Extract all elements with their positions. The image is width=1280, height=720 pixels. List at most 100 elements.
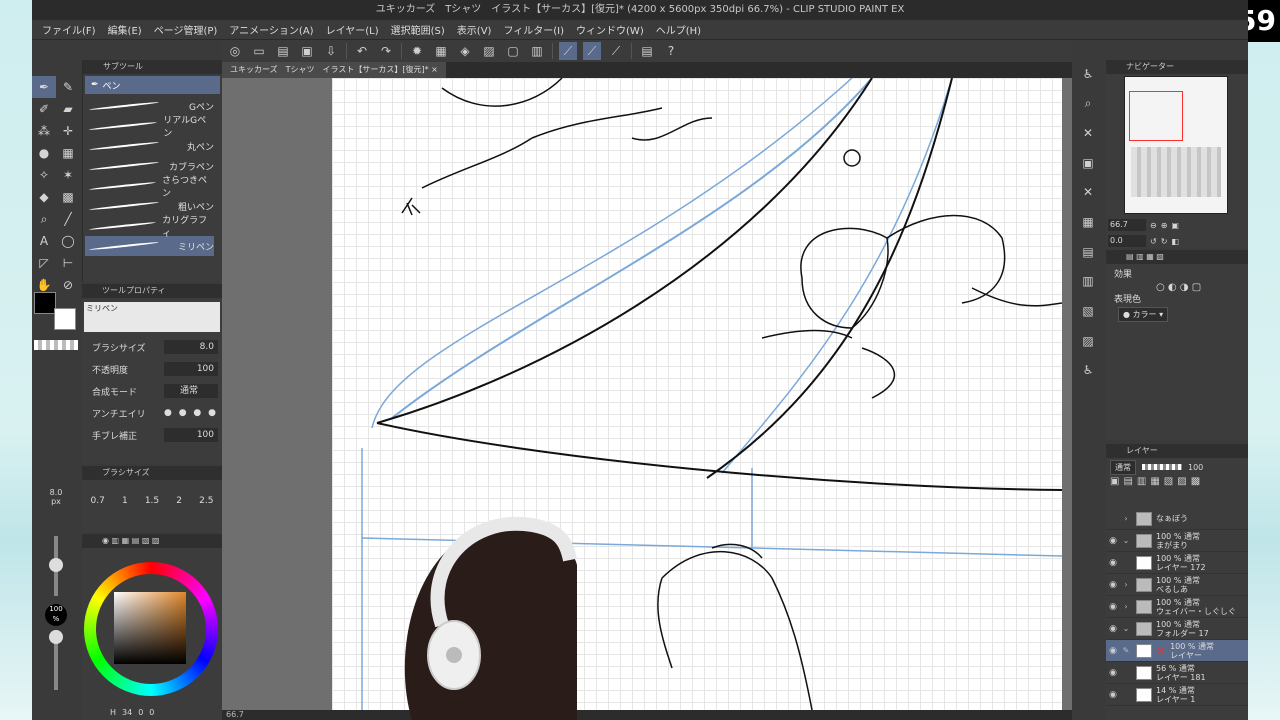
pen-tool-icon[interactable]: ✒	[32, 76, 56, 98]
eye-icon[interactable]: ◉	[1106, 558, 1120, 568]
effect-icons[interactable]: ○ ◐ ◑ ▢	[1106, 282, 1248, 293]
new-file-icon[interactable]: ▭	[250, 42, 268, 60]
gradient-tool-icon[interactable]: ▩	[56, 186, 80, 208]
layer-row[interactable]: ◉ 14 % 通常 レイヤー 1	[1106, 684, 1248, 706]
line-tool-icon[interactable]: ╱	[56, 208, 80, 230]
size-option[interactable]: 2	[176, 496, 182, 506]
snap-grid-icon[interactable]: ⟋	[607, 42, 625, 60]
brush-size-input[interactable]: 8.0	[164, 340, 218, 354]
loading-icon[interactable]: ✹	[408, 42, 426, 60]
eye-icon[interactable]: ◉	[1106, 690, 1120, 700]
close-x-icon[interactable]: ✕	[1078, 123, 1098, 143]
folder-toggle-icon[interactable]: ›	[1120, 514, 1132, 523]
size-slider[interactable]	[49, 536, 63, 596]
export-icon[interactable]: ⇩	[322, 42, 340, 60]
saturation-value-square[interactable]	[114, 592, 186, 664]
layer-panel-icon[interactable]: ▤	[1078, 242, 1098, 262]
transparent-color-swatch[interactable]	[34, 340, 78, 350]
navigator-thumbnail[interactable]	[1124, 76, 1228, 214]
close-x-icon[interactable]: ✕	[1078, 183, 1098, 203]
move-tool-icon[interactable]: ✛	[56, 120, 80, 142]
menu-file[interactable]: ファイル(F)	[42, 22, 96, 37]
eyedropper-tool-icon[interactable]: ⊘	[56, 274, 80, 296]
navigator-view-frame[interactable]	[1129, 91, 1183, 141]
brush-item-real-g-pen[interactable]: リアルGペン	[85, 116, 214, 139]
zoom-in-icon[interactable]: ⊕	[1161, 221, 1168, 230]
eye-icon[interactable]: ◉	[1106, 624, 1120, 634]
material-icon[interactable]: ▦	[1078, 212, 1098, 232]
display-color-select[interactable]: ● カラー ▾	[1118, 307, 1169, 322]
menu-window[interactable]: ウィンドウ(W)	[576, 22, 644, 37]
rotate-right-icon[interactable]: ↻	[1161, 237, 1168, 246]
text-tool-icon[interactable]: A	[32, 230, 56, 252]
redo-icon[interactable]: ↷	[377, 42, 395, 60]
undo-icon[interactable]: ↶	[353, 42, 371, 60]
clip-studio-icon[interactable]: ◎	[226, 42, 244, 60]
eye-icon[interactable]: ◉	[1106, 646, 1120, 656]
navigator-rotation-value[interactable]: 0.0	[1108, 235, 1146, 247]
folder-toggle-icon[interactable]: ›	[1120, 602, 1132, 611]
menu-edit[interactable]: 編集(E)	[108, 22, 142, 37]
select-tool-icon[interactable]: ✶	[56, 164, 80, 186]
blend-tool-icon[interactable]: ●	[32, 142, 56, 164]
menu-view[interactable]: 表示(V)	[457, 22, 492, 37]
menu-page[interactable]: ページ管理(P)	[154, 22, 218, 37]
snap-ruler-icon[interactable]: ⟋	[559, 42, 577, 60]
zoom-out-icon[interactable]: ⊖	[1150, 221, 1157, 230]
opacity-input[interactable]: 100	[164, 362, 218, 376]
sub-color-swatch[interactable]	[54, 308, 76, 330]
eye-icon[interactable]: ◉	[1106, 580, 1120, 590]
opacity-slider-handle[interactable]	[49, 630, 63, 644]
brush-item-rough-pen[interactable]: さらつきペン	[85, 176, 214, 199]
eye-icon[interactable]: ◉	[1106, 536, 1120, 546]
decoration-tool-icon[interactable]: ⁂	[32, 120, 56, 142]
size-option[interactable]: 1	[122, 496, 128, 506]
layer-row-selected[interactable]: ◉ ✎ ✕ 100 % 通常 レイヤー	[1106, 640, 1248, 662]
brush-tool-icon[interactable]: ✐	[32, 98, 56, 120]
layer-property-icon[interactable]: ▣	[1078, 153, 1098, 173]
flip-icon[interactable]: ◧	[1171, 237, 1179, 246]
layer-row[interactable]: › なぁぼう	[1106, 508, 1248, 530]
folder-toggle-icon[interactable]: ⌄	[1120, 624, 1132, 633]
layer-move-icon[interactable]: ▦	[56, 142, 80, 164]
save-icon[interactable]: ▣	[298, 42, 316, 60]
layer-row[interactable]: ◉ ⌄ 100 % 通常 まがまり	[1106, 530, 1248, 552]
item-bank-icon[interactable]: ♿	[1078, 360, 1098, 380]
stabilize-input[interactable]: 100	[164, 428, 218, 442]
navigator-zoom-value[interactable]: 66.7	[1108, 219, 1146, 231]
operation-tool-icon[interactable]: ⌕	[32, 208, 56, 230]
subtool-group-tab[interactable]: ✒ ペン	[85, 76, 220, 94]
history-icon[interactable]: ▧	[1078, 301, 1098, 321]
open-file-icon[interactable]: ▤	[274, 42, 292, 60]
snap-special-ruler-icon[interactable]: ⟋	[583, 42, 601, 60]
rotate-left-icon[interactable]: ↺	[1150, 237, 1157, 246]
brush-item-milli-pen[interactable]: ミリペン	[85, 236, 214, 256]
document-tab[interactable]: ユキッカーズ Tシャツ イラスト【サーカス】[復元]* ×	[222, 62, 446, 78]
layer-opacity-slider[interactable]	[1142, 464, 1182, 470]
folder-toggle-icon[interactable]: ›	[1120, 580, 1132, 589]
pencil-tool-icon[interactable]: ✎	[56, 76, 80, 98]
help-icon[interactable]: ?	[662, 42, 680, 60]
accessibility-icon[interactable]: ♿	[1078, 64, 1098, 84]
antialias-options[interactable]: ● ● ● ●	[164, 408, 218, 418]
invert-selection-icon[interactable]: ▥	[528, 42, 546, 60]
menu-layer[interactable]: レイヤー(L)	[326, 22, 379, 37]
main-color-swatch[interactable]	[34, 292, 56, 314]
menu-selection[interactable]: 選択範囲(S)	[391, 22, 445, 37]
opacity-slider[interactable]	[49, 630, 63, 690]
lasso-tool-icon[interactable]: ◯	[56, 230, 80, 252]
folder-toggle-icon[interactable]: ⌄	[1120, 536, 1132, 545]
layer-row[interactable]: ◉ 100 % 通常 レイヤー 172	[1106, 552, 1248, 574]
auto-select-icon[interactable]: ✧	[32, 164, 56, 186]
size-option[interactable]: 0.7	[91, 496, 105, 506]
autoaction-icon[interactable]: ▨	[1078, 331, 1098, 351]
menu-help[interactable]: ヘルプ(H)	[656, 22, 701, 37]
deselect-icon[interactable]: ▢	[504, 42, 522, 60]
layer-row[interactable]: ◉ 56 % 通常 レイヤー 181	[1106, 662, 1248, 684]
close-icon[interactable]: ×	[431, 65, 438, 74]
layer-row[interactable]: ◉ ⌄ 100 % 通常 フォルダー 17	[1106, 618, 1248, 640]
eye-icon[interactable]: ◉	[1106, 602, 1120, 612]
ruler-tool-icon[interactable]: ⊢	[56, 252, 80, 274]
brush-item-maru-pen[interactable]: 丸ペン	[85, 136, 214, 156]
blend-mode-select[interactable]: 通常	[164, 384, 218, 398]
